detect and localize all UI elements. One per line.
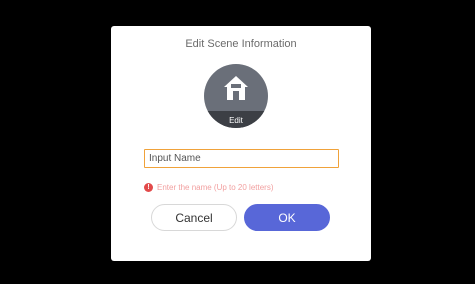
- error-icon: !: [144, 182, 153, 192]
- name-error-text: Enter the name (Up to 20 letters): [157, 182, 274, 192]
- name-error-row: ! Enter the name (Up to 20 letters): [144, 181, 274, 193]
- dialog-title: Edit Scene Information: [185, 38, 297, 50]
- edit-avatar-label[interactable]: Edit: [204, 116, 268, 125]
- screen-background: Edit Scene Information Edit ! Enter the …: [0, 0, 475, 284]
- scene-name-input[interactable]: [144, 149, 339, 168]
- house-icon: [224, 76, 248, 100]
- scene-avatar[interactable]: Edit: [204, 64, 268, 128]
- cancel-button[interactable]: Cancel: [151, 204, 237, 231]
- edit-scene-dialog: Edit Scene Information Edit ! Enter the …: [111, 26, 371, 261]
- ok-button[interactable]: OK: [244, 204, 330, 231]
